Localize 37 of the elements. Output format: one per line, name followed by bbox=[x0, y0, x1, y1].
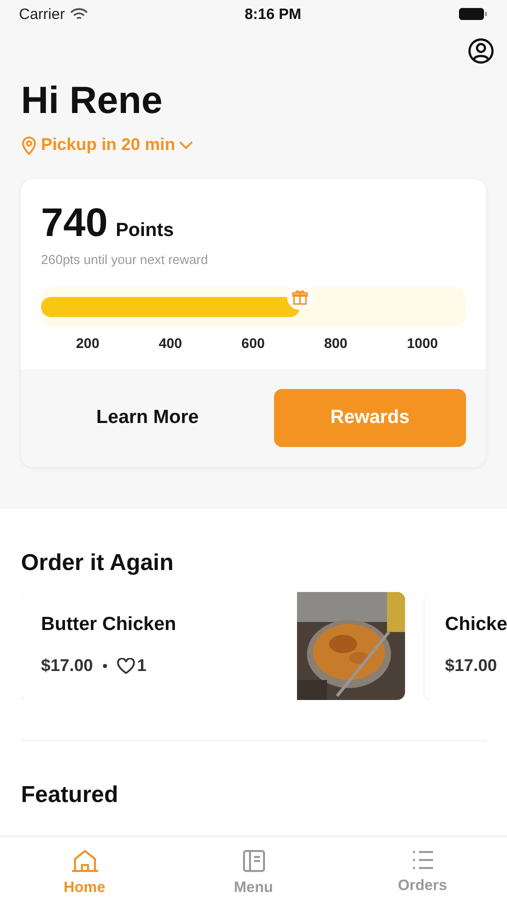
progress-tick-label: 600 bbox=[241, 335, 265, 351]
reward-subtitle: 260pts until your next reward bbox=[41, 252, 209, 267]
greeting-title: Hi Rene bbox=[21, 80, 164, 123]
progress-tick-label: 1000 bbox=[406, 335, 438, 351]
status-time: 8:16 PM bbox=[244, 6, 302, 22]
home-icon bbox=[70, 849, 98, 873]
section-title: Order it Again bbox=[21, 549, 174, 576]
tab-bar-item[interactable]: Menu bbox=[169, 837, 338, 900]
chevron-down-icon bbox=[179, 141, 194, 149]
pickup-selector[interactable]: Pickup in 20 min bbox=[21, 135, 194, 155]
carrier-label: Carrier bbox=[19, 6, 65, 22]
location-pin-icon bbox=[21, 136, 37, 154]
item-price: $17.00 bbox=[445, 656, 497, 676]
rewards-button[interactable]: Rewards bbox=[274, 389, 466, 447]
list-icon bbox=[410, 849, 434, 871]
progress-tick-label: 400 bbox=[158, 335, 182, 351]
battery-icon bbox=[458, 7, 488, 21]
tab-bar-item[interactable]: Orders bbox=[338, 837, 507, 900]
tab-bar-item[interactable]: Home bbox=[0, 837, 169, 900]
progress-tick-label: 800 bbox=[324, 335, 348, 351]
learn-more-button[interactable]: Learn More bbox=[41, 407, 254, 429]
order-card[interactable]: Chicke $17.00 bbox=[425, 592, 507, 700]
heart-icon bbox=[117, 658, 135, 674]
points-value: 740 bbox=[41, 201, 108, 246]
progress-tick-label: 200 bbox=[76, 335, 100, 351]
gift-icon bbox=[287, 284, 314, 310]
order-card[interactable]: Butter Chicken $17.00 1 bbox=[21, 592, 405, 700]
like-count: 1 bbox=[137, 656, 146, 676]
item-price: $17.00 bbox=[41, 656, 93, 676]
wifi-icon bbox=[70, 8, 88, 20]
book-icon bbox=[242, 849, 266, 873]
item-name: Chicke bbox=[445, 614, 507, 636]
points-label: Points bbox=[116, 220, 174, 242]
separator-dot bbox=[103, 664, 107, 668]
item-name: Butter Chicken bbox=[41, 614, 178, 636]
section-title: Featured bbox=[21, 781, 120, 808]
profile-icon[interactable] bbox=[468, 38, 494, 64]
